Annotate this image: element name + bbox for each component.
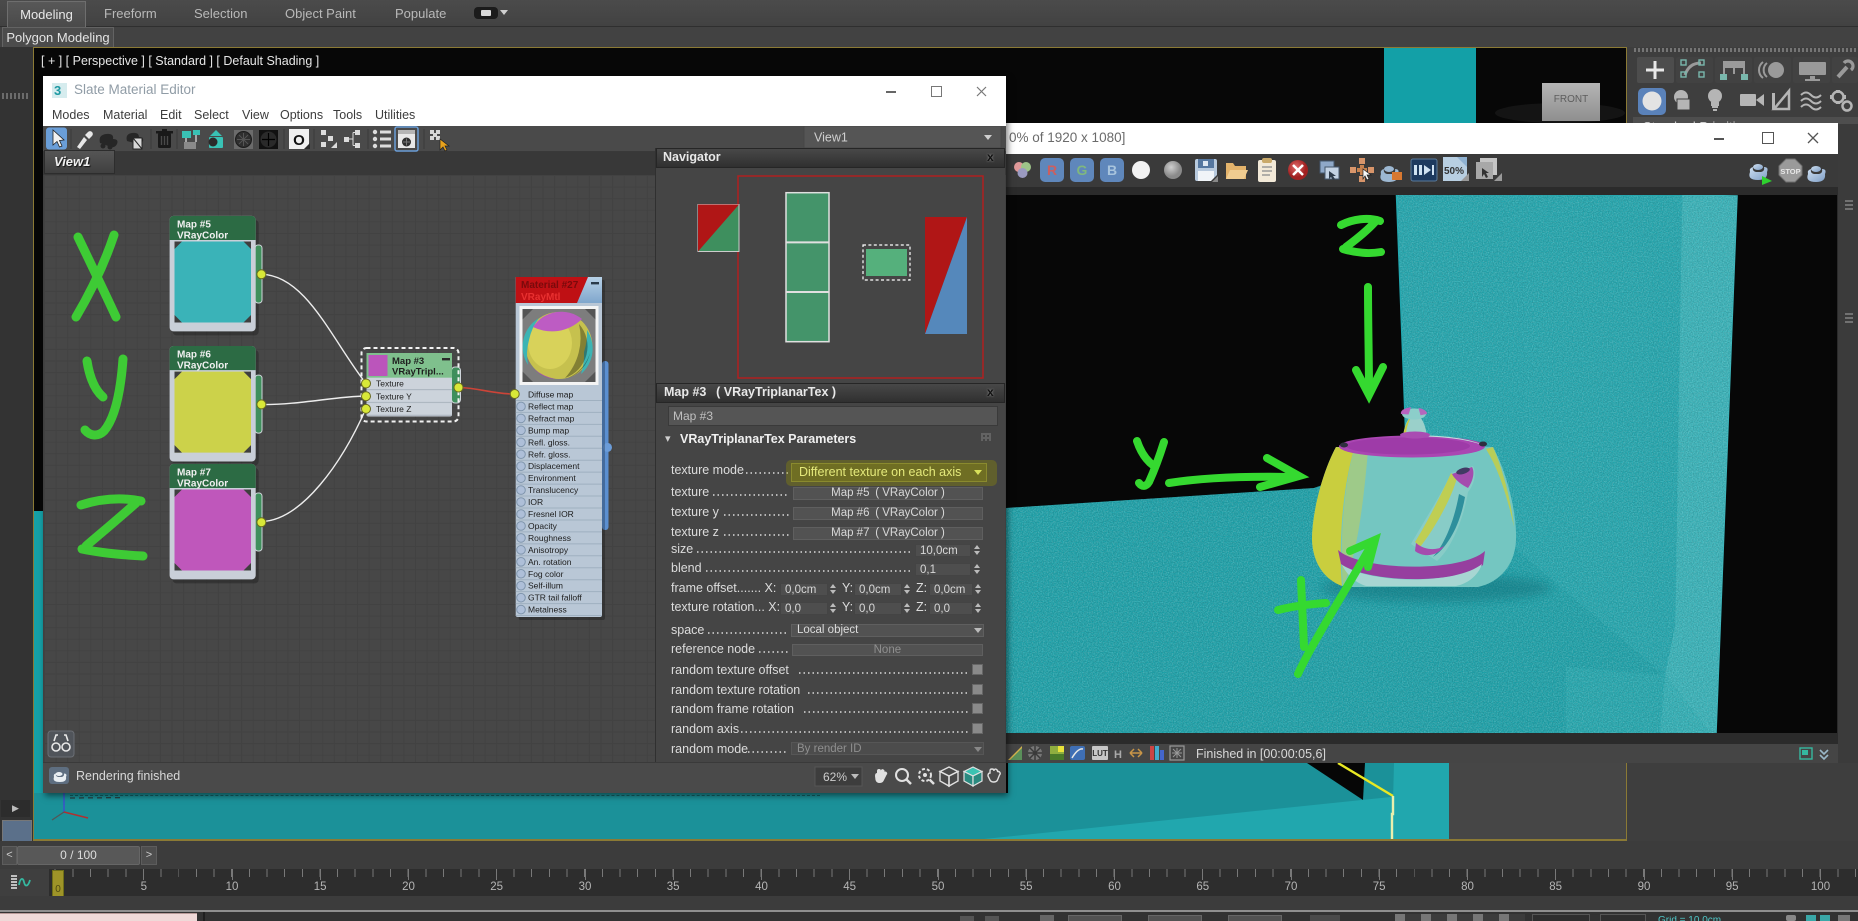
svg-text:VRayColor: VRayColor	[177, 231, 228, 242]
svg-text:Map #6: Map #6	[177, 350, 211, 361]
svg-text:62%: 62%	[823, 770, 847, 784]
svg-text:B: B	[1107, 162, 1117, 178]
svg-text:Displacement: Displacement	[528, 461, 580, 471]
svg-text:Map #3: Map #3	[392, 356, 424, 367]
svg-text:IOR: IOR	[528, 497, 543, 507]
svg-text:Anisotropy: Anisotropy	[528, 545, 569, 555]
svg-text:VRayColor: VRayColor	[177, 361, 228, 372]
svg-text:Bump map: Bump map	[528, 425, 569, 435]
svg-text:Map #5: Map #5	[177, 220, 211, 231]
svg-text:G: G	[1077, 162, 1088, 178]
svg-text:Reflect map: Reflect map	[528, 401, 574, 411]
svg-text:Refract map: Refract map	[528, 413, 575, 423]
svg-text:Texture Y: Texture Y	[376, 391, 412, 401]
svg-text:VRayColor: VRayColor	[177, 479, 228, 490]
svg-text:Material #27: Material #27	[521, 280, 579, 291]
svg-text:Environment: Environment	[528, 473, 576, 483]
svg-text:An. rotation: An. rotation	[528, 557, 572, 567]
svg-text:LUT: LUT	[1092, 749, 1108, 758]
svg-text:Metalness: Metalness	[528, 605, 567, 615]
svg-text:Finished in [00:00:05,6]: Finished in [00:00:05,6]	[1196, 747, 1326, 761]
svg-text:Refr. gloss.: Refr. gloss.	[528, 449, 571, 459]
svg-text:R: R	[1047, 162, 1057, 178]
svg-text:Self-illum: Self-illum	[528, 581, 563, 591]
svg-text:View1: View1	[814, 131, 848, 145]
svg-text:GTR tail falloff: GTR tail falloff	[528, 593, 582, 603]
svg-text:Diffuse map: Diffuse map	[528, 390, 573, 400]
svg-text:O: O	[293, 132, 305, 149]
svg-text:H: H	[1114, 749, 1122, 761]
svg-text:Refl. gloss.: Refl. gloss.	[528, 437, 570, 447]
svg-text:Texture: Texture	[376, 379, 404, 389]
svg-text:Rendering finished: Rendering finished	[76, 769, 180, 783]
svg-text:Roughness: Roughness	[528, 533, 571, 543]
svg-text:STOP: STOP	[1780, 167, 1800, 176]
svg-text:Fresnel IOR: Fresnel IOR	[528, 509, 574, 519]
svg-text:VRayMtl: VRayMtl	[521, 292, 561, 303]
svg-text:Texture Z: Texture Z	[376, 404, 411, 414]
svg-text:Fog color: Fog color	[528, 569, 564, 579]
svg-text:Translucency: Translucency	[528, 485, 579, 495]
svg-text:Map #7: Map #7	[177, 468, 211, 479]
svg-text:50%: 50%	[1444, 166, 1464, 177]
svg-text:VRayTripl...: VRayTripl...	[392, 367, 444, 378]
svg-text:Opacity: Opacity	[528, 521, 558, 531]
